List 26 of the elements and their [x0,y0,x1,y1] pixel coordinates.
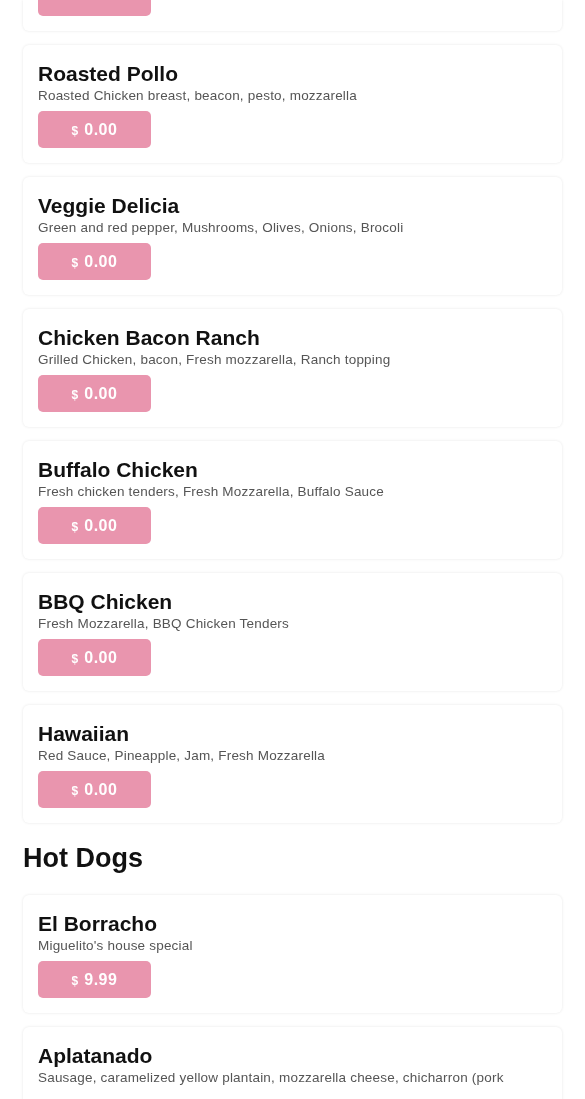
item-description: Green and red pepper, Mushrooms, Olives, Onions, Brocoli [38,219,404,237]
menu-item-card[interactable]: Buffalo Chicken Fresh chicken tenders, Fresh Mozzarella, Buffalo Sauce $ 0.00 [23,441,562,559]
menu-item-card[interactable] [23,0,562,31]
item-description: Red Sauce, Pineapple, Jam, Fresh Mozzarella [38,747,325,765]
menu-item-card[interactable]: El Borracho Miguelito's house special $ 9.99 [23,895,562,1013]
item-name: Chicken Bacon Ranch [38,325,260,351]
item-name: Buffalo Chicken [38,457,198,483]
item-description: Miguelito's house special [38,937,193,955]
menu-item-card[interactable]: Veggie Delicia Green and red pepper, Mushrooms, Olives, Onions, Brocoli $ 0.00 [23,177,562,295]
menu-item-card[interactable]: Aplatanado Sausage, caramelized yellow plantain, mozzarella cheese, chicharron (pork [23,1027,562,1099]
item-description: Fresh chicken tenders, Fresh Mozzarella, Buffalo Sauce [38,483,384,501]
item-description: Fresh Mozzarella, BBQ Chicken Tenders [38,615,289,633]
item-name: BBQ Chicken [38,589,173,615]
item-description: Sausage, caramelized yellow plantain, mozzarella cheese, chicharron (pork [38,1069,504,1087]
item-name: Veggie Delicia [38,193,180,219]
item-description: Grilled Chicken, bacon, Fresh mozzarella, Ranch topping [38,351,391,369]
section-heading: Hot Dogs [23,842,144,875]
item-name: Aplatanado [38,1043,153,1069]
item-name: El Borracho [38,911,158,937]
menu-item-card[interactable]: BBQ Chicken Fresh Mozzarella, BBQ Chicken Tenders $ 0.00 [23,573,562,691]
menu-item-card[interactable]: Hawaiian Red Sauce, Pineapple, Jam, Fresh Mozzarella $ 0.00 [23,705,562,823]
item-description: Roasted Chicken breast, beacon, pesto, mozzarella [38,87,357,105]
menu-item-card[interactable]: Roasted Pollo Roasted Chicken breast, beacon, pesto, mozzarella $ 0.00 [23,45,562,163]
item-name: Roasted Pollo [38,61,179,87]
menu-item-card[interactable]: Chicken Bacon Ranch Grilled Chicken, bacon, Fresh mozzarella, Ranch topping $ 0.00 [23,309,562,427]
item-name: Hawaiian [38,721,130,747]
